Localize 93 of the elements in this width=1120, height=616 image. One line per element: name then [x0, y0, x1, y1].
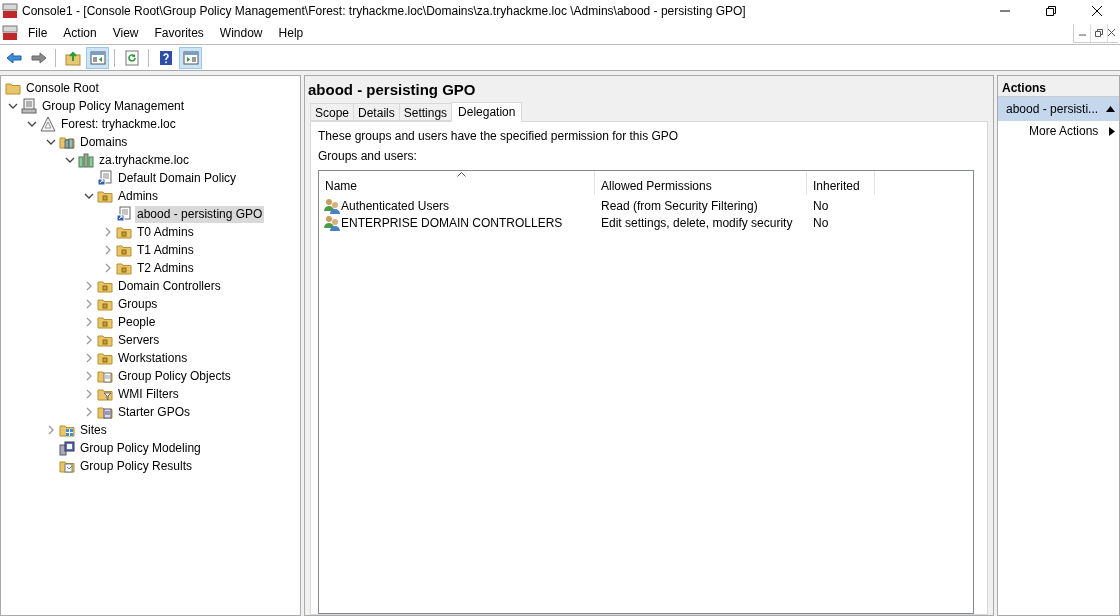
show-action-pane-icon [182, 49, 199, 66]
tab[interactable]: Settings [398, 103, 453, 121]
console-app-icon [2, 25, 18, 41]
tree-item[interactable]: Group Policy Results [78, 457, 195, 475]
show-tree-icon [89, 49, 106, 66]
tree-item[interactable]: Forest: tryhackme.loc [59, 115, 178, 133]
folder-icon [97, 332, 113, 348]
folder-icon [97, 350, 113, 366]
folder-servers-icon [59, 134, 75, 150]
tree-item[interactable]: Sites [78, 421, 109, 439]
tree-item[interactable]: Group Policy Objects [116, 367, 233, 385]
folder-icon [97, 188, 113, 204]
close-icon [1092, 6, 1102, 16]
tree-item[interactable]: T2 Admins [135, 259, 196, 277]
menu-item[interactable]: Window [211, 23, 271, 43]
folder-icon [116, 242, 132, 258]
folder-icon [5, 80, 21, 96]
tree-item[interactable]: Workstations [116, 349, 190, 367]
folder-icon [97, 314, 113, 330]
forward-arrow-icon [30, 49, 47, 66]
window-title: Console1 - [Console Root\Group Policy Management\Forest: tryhackme.loc\Domains\za.tryhackme.loc \Admins\abood - persisting GPO] [22, 3, 746, 20]
tree-item[interactable]: abood - persisting GPO [135, 205, 265, 223]
folder-grid-icon [59, 422, 75, 438]
help-icon [157, 49, 174, 66]
caret-icon[interactable] [8, 101, 18, 111]
collapse-triangle-icon [1106, 106, 1115, 112]
tree-item[interactable]: Servers [116, 331, 162, 349]
description-text: These groups and users have the specified permission for this GPO [318, 128, 680, 143]
restore-icon [1095, 28, 1103, 37]
computers-icon [59, 440, 75, 456]
tree-item[interactable]: Domains [78, 133, 130, 151]
table-cell-text: No [813, 214, 829, 232]
folder-document-icon [97, 368, 113, 384]
list-label: Groups and users: [318, 148, 418, 163]
show-tree-button[interactable] [86, 46, 109, 69]
column-header[interactable]: Inherited [807, 171, 875, 195]
menu-item[interactable]: Action [55, 23, 105, 43]
tree-item[interactable]: Starter GPOs [116, 403, 193, 421]
caret-icon[interactable] [65, 155, 75, 165]
users-icon [324, 197, 340, 214]
console-scroll-icon [21, 98, 37, 114]
folder-icon [97, 278, 113, 294]
refresh-icon [123, 49, 140, 66]
tree-item[interactable]: WMI Filters [116, 385, 181, 403]
menu-item[interactable]: View [104, 23, 147, 43]
tree-item[interactable]: People [116, 313, 158, 331]
console-app-icon [2, 3, 18, 19]
tab[interactable]: Scope [310, 103, 355, 121]
back-arrow-icon [5, 49, 22, 66]
tree-item[interactable]: Group Policy Modeling [78, 439, 203, 457]
action-group-header[interactable]: abood - persisti... [998, 97, 1119, 121]
menu-item[interactable]: Favorites [146, 23, 212, 43]
tree-item[interactable]: T1 Admins [135, 241, 196, 259]
tree-item[interactable]: Domain Controllers [116, 277, 223, 295]
servers-icon [78, 152, 94, 168]
tab[interactable]: Delegation [451, 102, 523, 122]
caret-icon[interactable] [27, 119, 37, 129]
caret-icon[interactable] [46, 137, 56, 147]
caret-icon[interactable] [84, 191, 94, 201]
column-header[interactable]: Allowed Permissions [595, 171, 807, 195]
folder-up-icon [64, 49, 81, 66]
table-cell-text: Read (from Security Filtering) [601, 197, 758, 215]
folder-icon [97, 296, 113, 312]
column-header[interactable]: Name [319, 171, 595, 195]
menu-item[interactable]: Help [270, 23, 312, 43]
folder-document-icon [97, 404, 113, 420]
actions-title: Actions [998, 76, 1119, 97]
table-cell-text: No [813, 197, 829, 215]
close-icon [1108, 29, 1115, 36]
table-cell-text: Edit settings, delete, modify security [601, 214, 793, 232]
tree-item[interactable]: Console Root [24, 79, 101, 97]
tree-item[interactable]: Groups [116, 295, 160, 313]
pane-title: abood - persisting GPO [307, 80, 477, 100]
folder-document-icon [59, 458, 75, 474]
document-shortcut-icon [97, 170, 113, 186]
action-item[interactable]: More Actions [998, 121, 1119, 141]
menu-item[interactable]: File [20, 23, 56, 43]
table-cell-text: Authenticated Users [341, 197, 450, 215]
table-cell-text: ENTERPRISE DOMAIN CONTROLLERS [341, 214, 563, 232]
folder-icon [116, 260, 132, 276]
tree-item[interactable]: T0 Admins [135, 223, 196, 241]
tree-item[interactable]: Group Policy Management [40, 97, 187, 115]
tree-item[interactable]: Default Domain Policy [116, 169, 239, 187]
document-shortcut-icon [116, 206, 132, 222]
submenu-arrow-icon [1109, 126, 1115, 136]
triangle-icon [40, 116, 56, 132]
tree-item[interactable]: Admins [116, 187, 160, 205]
tab[interactable]: Details [353, 103, 400, 121]
folder-icon [116, 224, 132, 240]
users-icon [324, 214, 340, 231]
tree-item[interactable]: za.tryhackme.loc [97, 151, 192, 169]
restore-icon [1046, 6, 1056, 16]
folder-funnel-icon [97, 386, 113, 402]
